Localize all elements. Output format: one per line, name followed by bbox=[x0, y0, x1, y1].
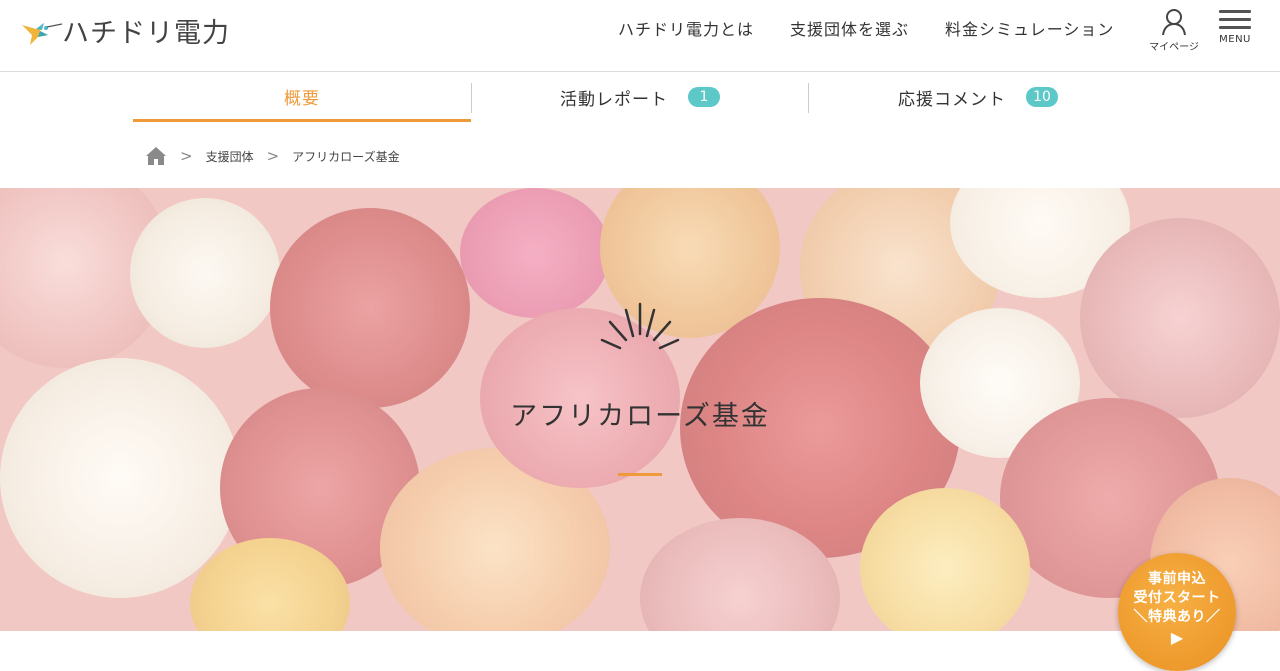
mypage-button[interactable]: マイページ bbox=[1147, 8, 1201, 53]
nav-choose-group[interactable]: 支援団体を選ぶ bbox=[790, 16, 909, 40]
section-tabs: 概要 活動レポート 1 応援コメント 10 bbox=[133, 73, 1147, 123]
breadcrumb: > 支援団体 > アフリカローズ基金 bbox=[145, 146, 400, 166]
breadcrumb-support-groups[interactable]: 支援団体 bbox=[206, 148, 254, 165]
campaign-line: ＼特典あり／ bbox=[1133, 609, 1221, 625]
title-underline bbox=[618, 473, 662, 476]
tab-label: 概要 bbox=[284, 88, 320, 109]
tab-label: 活動レポート bbox=[560, 89, 668, 110]
nav-price-simulation[interactable]: 料金シミュレーション bbox=[945, 16, 1114, 40]
main-nav: ハチドリ電力とは 支援団体を選ぶ 料金シミュレーション bbox=[618, 16, 1150, 40]
nav-about[interactable]: ハチドリ電力とは bbox=[618, 16, 754, 40]
breadcrumb-current: アフリカローズ基金 bbox=[292, 149, 400, 164]
count-badge: 1 bbox=[688, 87, 720, 107]
organization-title: アフリカローズ基金 bbox=[510, 401, 770, 432]
campaign-line: 受付スタート bbox=[1133, 590, 1221, 606]
logo-text: ハチドリ電力 bbox=[62, 17, 230, 49]
tab-label: 応援コメント bbox=[898, 89, 1006, 110]
sparkle-icon bbox=[600, 302, 680, 350]
menu-label: MENU bbox=[1219, 34, 1251, 45]
hummingbird-icon bbox=[22, 23, 63, 45]
logo[interactable]: ハチドリ電力 bbox=[20, 10, 230, 50]
campaign-badge[interactable]: 事前申込 受付スタート ＼特典あり／ ▶ bbox=[1118, 553, 1236, 671]
hamburger-icon bbox=[1216, 10, 1254, 29]
mypage-label: マイページ bbox=[1149, 42, 1199, 53]
campaign-line: 事前申込 bbox=[1148, 571, 1206, 587]
site-header: ハチドリ電力 ハチドリ電力とは 支援団体を選ぶ 料金シミュレーション マイページ… bbox=[0, 0, 1280, 72]
tab-support-comments[interactable]: 応援コメント 10 bbox=[809, 73, 1147, 121]
breadcrumb-separator: > bbox=[266, 147, 280, 165]
hero-banner: アフリカローズ基金 bbox=[0, 188, 1280, 631]
menu-button[interactable]: MENU bbox=[1216, 10, 1254, 45]
tab-activity-report[interactable]: 活動レポート 1 bbox=[472, 73, 808, 121]
play-arrow-icon: ▶ bbox=[1170, 628, 1184, 647]
count-badge: 10 bbox=[1026, 87, 1058, 107]
user-icon bbox=[1162, 9, 1186, 36]
breadcrumb-separator: > bbox=[180, 147, 193, 165]
tab-overview[interactable]: 概要 bbox=[133, 73, 471, 122]
home-icon[interactable] bbox=[145, 146, 167, 166]
